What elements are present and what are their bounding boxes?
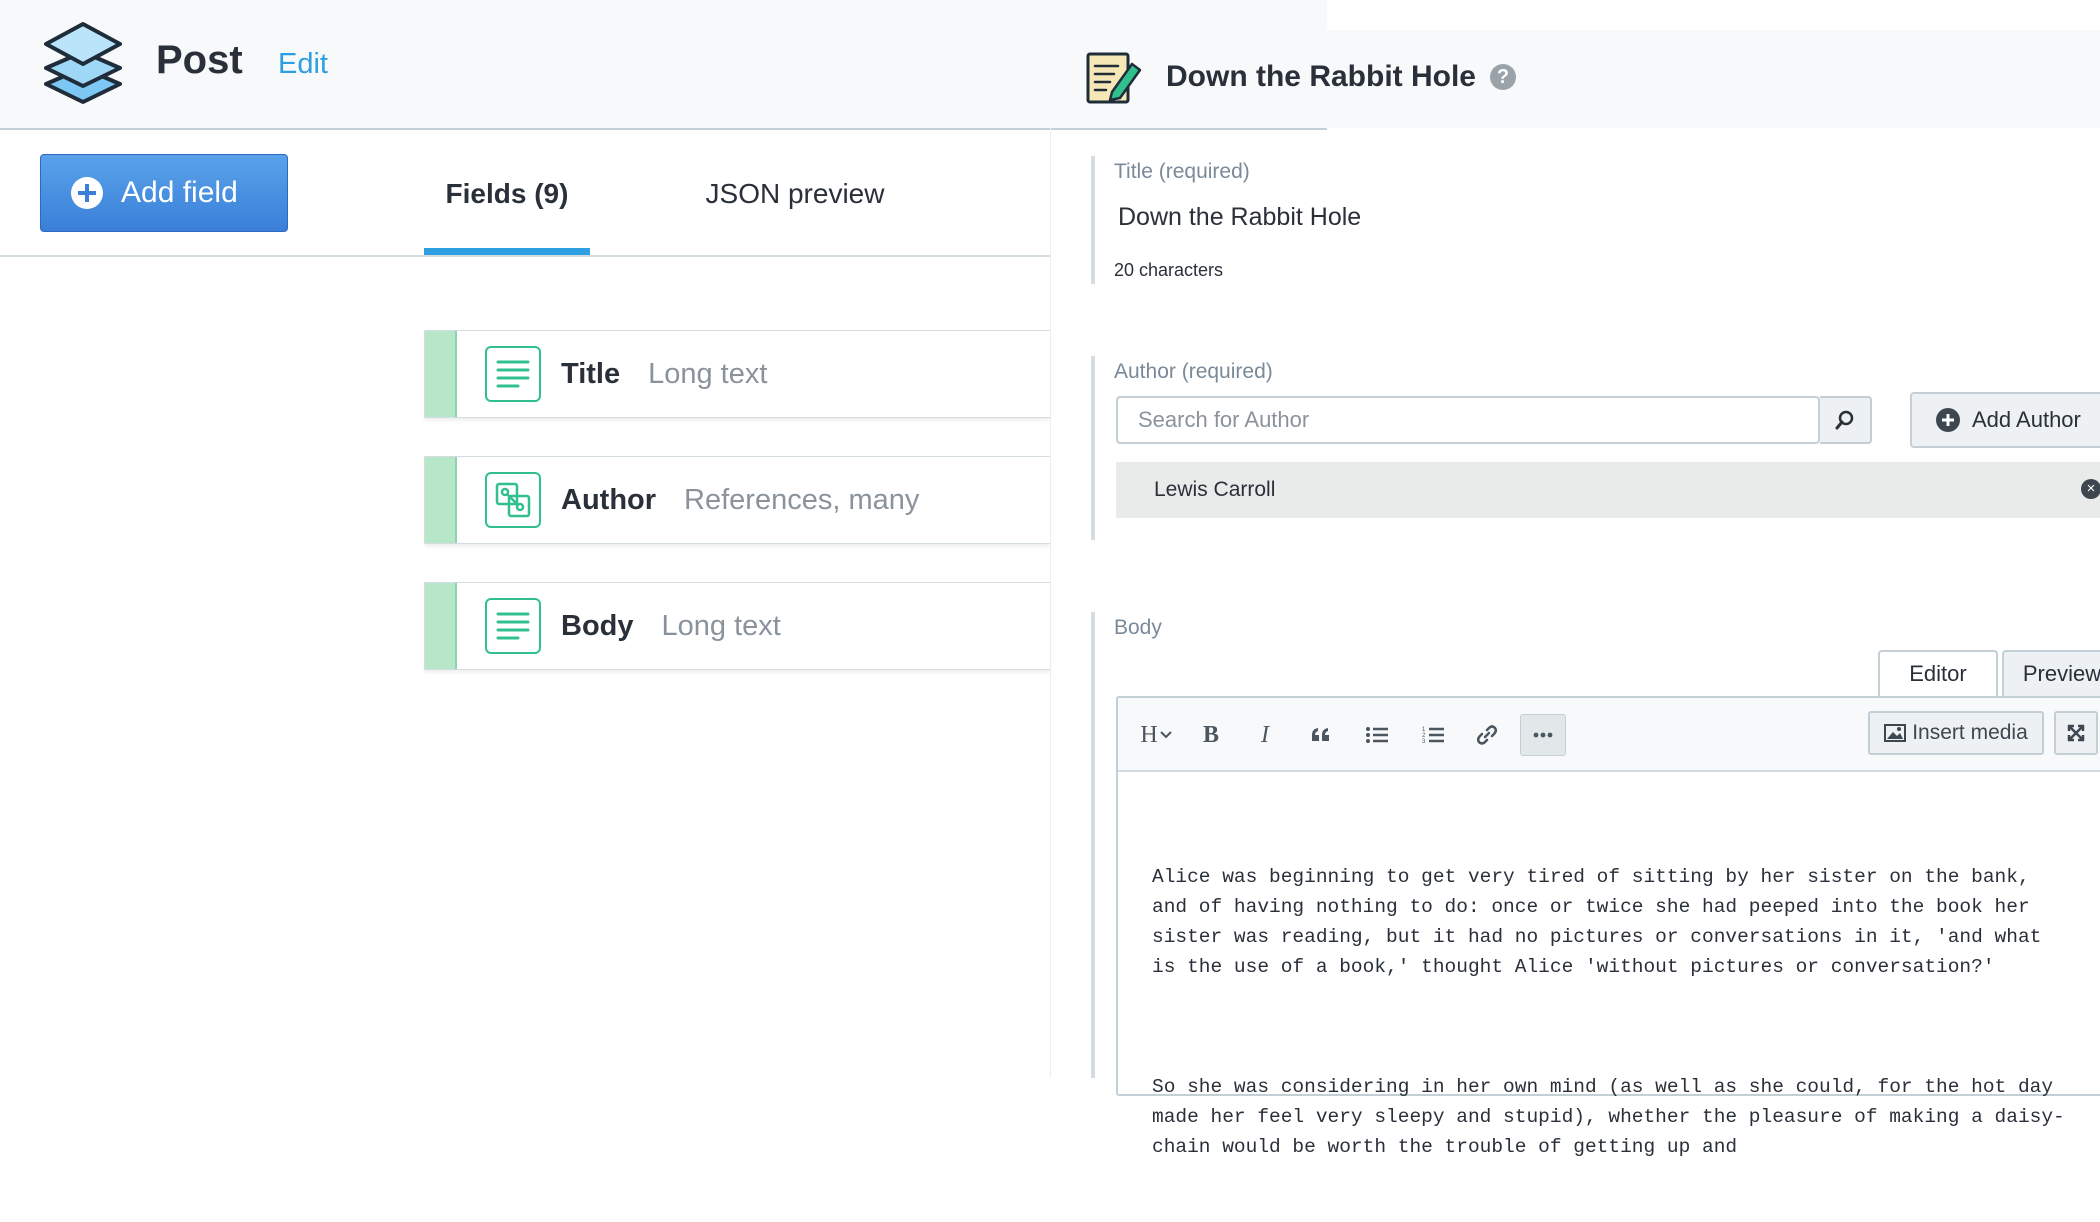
body-paragraph: Alice was beginning to get very tired of…	[1152, 866, 2054, 978]
plus-circle-icon	[1936, 408, 1960, 432]
entry-document-icon	[1086, 52, 1142, 104]
heading-icon: H	[1140, 721, 1158, 748]
add-author-label: Add Author	[1972, 407, 2081, 432]
expand-icon	[2067, 724, 2085, 742]
more-icon	[1533, 732, 1553, 738]
field-name: Author	[561, 483, 657, 516]
bullet-list-icon	[1366, 727, 1388, 743]
author-field-label: Author (required)	[1114, 360, 1273, 383]
field-type: Long text	[661, 609, 781, 642]
bullet-list-button[interactable]	[1356, 714, 1398, 756]
field-accent-bar	[1091, 156, 1095, 284]
search-icon	[1835, 410, 1854, 430]
active-tab-indicator	[424, 248, 590, 255]
add-field-button[interactable]: Add field	[40, 154, 288, 232]
link-icon	[1476, 725, 1498, 745]
bold-button[interactable]: B	[1190, 714, 1232, 756]
references-icon	[485, 472, 541, 528]
field-accent-bar	[1091, 356, 1095, 540]
char-count: 20 characters	[1114, 260, 1224, 280]
layers-logo-icon	[44, 22, 122, 104]
field-row-title[interactable]: Title Long text	[424, 330, 1050, 418]
body-field-label: Body	[1114, 616, 1162, 639]
question-icon[interactable]: ?	[1490, 64, 1516, 90]
linked-author-name: Lewis Carroll	[1154, 478, 1276, 501]
tab-preview[interactable]: Preview	[2002, 650, 2100, 696]
tab-json-preview[interactable]: JSON preview	[700, 178, 890, 210]
drag-handle[interactable]	[425, 457, 457, 543]
italic-button[interactable]: I	[1244, 714, 1286, 756]
long-text-icon	[485, 346, 541, 402]
long-text-icon	[485, 598, 541, 654]
image-icon	[1884, 724, 1907, 742]
field-row-author[interactable]: Author References, many	[424, 456, 1050, 544]
tab-fields[interactable]: Fields (9)	[424, 178, 590, 210]
body-paragraph: So she was considering in her own mind (…	[1152, 1076, 2077, 1158]
heading-button[interactable]: H	[1132, 714, 1180, 756]
pane-divider	[1050, 128, 1051, 1078]
drag-handle[interactable]	[425, 331, 457, 417]
plus-circle-icon	[71, 177, 103, 209]
numbered-list-button[interactable]: 123	[1412, 714, 1454, 756]
linked-author-chip[interactable]: Lewis Carroll	[1116, 462, 2100, 518]
title-input[interactable]: Down the Rabbit Hole	[1118, 203, 1361, 232]
fullscreen-button[interactable]	[2054, 711, 2098, 755]
drag-handle[interactable]	[425, 583, 457, 669]
insert-media-label: Insert media	[1912, 721, 2028, 744]
entry-title: Down the Rabbit Hole	[1166, 60, 1476, 93]
add-field-label: Add field	[121, 176, 238, 209]
remove-icon[interactable]: ×	[2081, 479, 2100, 499]
chevron-down-icon	[1159, 731, 1172, 739]
field-type: References, many	[684, 483, 920, 516]
field-name: Title	[561, 357, 621, 390]
quote-button[interactable]	[1300, 714, 1342, 756]
add-author-button[interactable]: Add Author	[1910, 392, 2100, 448]
body-textarea[interactable]: Alice was beginning to get very tired of…	[1152, 802, 2072, 1222]
tabs-divider	[0, 255, 1050, 257]
field-row-body[interactable]: Body Long text	[424, 582, 1050, 670]
content-model-name: Post	[156, 38, 243, 82]
author-search-input[interactable]	[1116, 396, 1820, 444]
field-name: Body	[561, 609, 634, 642]
svg-text:3: 3	[1422, 739, 1426, 745]
more-button[interactable]	[1520, 714, 1566, 756]
numbered-list-icon: 123	[1422, 727, 1444, 745]
title-field-label: Title (required)	[1114, 160, 1250, 183]
link-button[interactable]	[1466, 714, 1508, 756]
field-type: Long text	[648, 357, 768, 390]
tab-editor[interactable]: Editor	[1878, 650, 1998, 696]
edit-model-link[interactable]: Edit	[278, 48, 328, 81]
quote-icon	[1312, 728, 1329, 741]
insert-media-button[interactable]: Insert media	[1868, 711, 2044, 755]
search-button[interactable]	[1820, 396, 1872, 444]
field-accent-bar	[1091, 612, 1095, 1078]
header-gap	[1327, 0, 2100, 30]
